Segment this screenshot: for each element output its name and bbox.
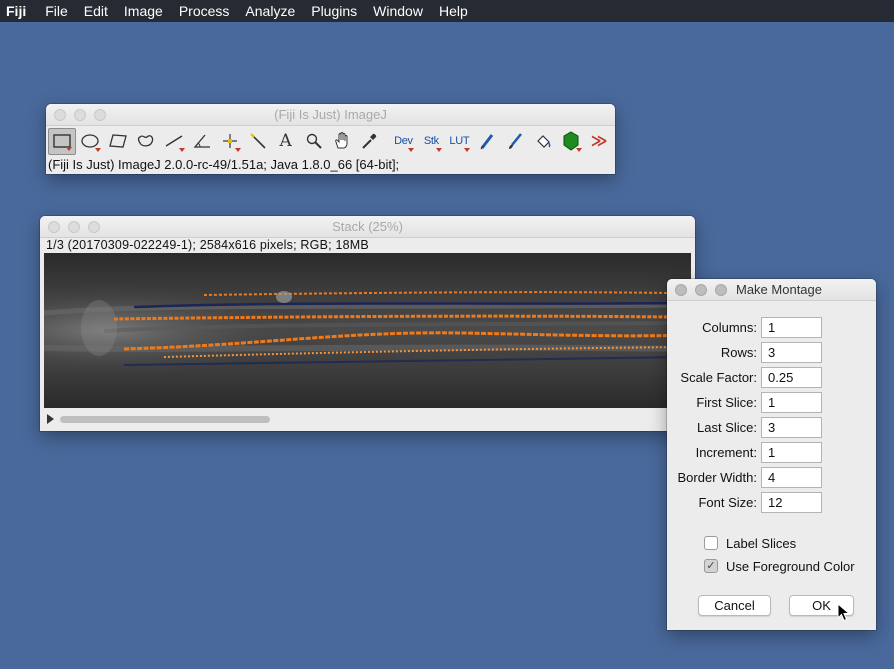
menu-analyze[interactable]: Analyze <box>237 0 303 22</box>
zoom-window-button[interactable] <box>88 221 100 233</box>
polygon-tool[interactable] <box>104 128 132 155</box>
window-controls <box>54 109 106 121</box>
make-montage-dialog: Make Montage Columns: Rows: Scale Factor… <box>667 279 876 630</box>
stack-image[interactable] <box>43 253 692 408</box>
rows-row: Rows: <box>667 341 876 363</box>
menu-fiji[interactable]: Fiji <box>0 0 37 22</box>
pencil-icon[interactable] <box>473 128 501 155</box>
text-tool-glyph: A <box>279 131 292 151</box>
flood-fill-icon[interactable] <box>529 128 557 155</box>
paintbrush-icon[interactable] <box>501 128 529 155</box>
first-slice-label: First Slice: <box>696 394 757 410</box>
imagej-titlebar[interactable]: (Fiji Is Just) ImageJ <box>46 104 615 126</box>
menu-file[interactable]: File <box>37 0 76 22</box>
minimize-window-button[interactable] <box>74 109 86 121</box>
use-foreground-label: Use Foreground Color <box>726 558 855 574</box>
increment-field[interactable] <box>761 441 822 463</box>
minimize-window-button[interactable] <box>695 284 707 296</box>
close-window-button[interactable] <box>54 109 66 121</box>
font-size-row: Font Size: <box>667 491 876 513</box>
scale-factor-field[interactable] <box>761 366 822 388</box>
border-width-row: Border Width: <box>667 466 876 488</box>
color-picker-icon[interactable] <box>557 128 585 155</box>
stk-tool[interactable]: Stk <box>417 128 445 155</box>
slice-scrollbar[interactable] <box>60 416 690 423</box>
font-size-field[interactable] <box>761 491 822 513</box>
stack-window: Stack (25%) 1/3 (20170309-022249-1); 258… <box>40 216 695 431</box>
dropper-icon[interactable] <box>355 128 383 155</box>
close-window-button[interactable] <box>675 284 687 296</box>
lut-label: LUT <box>449 135 470 147</box>
menu-help[interactable]: Help <box>431 0 476 22</box>
rows-label: Rows: <box>720 344 757 360</box>
first-slice-row: First Slice: <box>667 391 876 413</box>
font-size-label: Font Size: <box>698 494 757 510</box>
magnifying-glass-icon[interactable] <box>300 128 328 155</box>
last-slice-field[interactable] <box>761 416 822 438</box>
hand-icon[interactable] <box>328 128 356 155</box>
stack-titlebar[interactable]: Stack (25%) <box>40 216 695 238</box>
minimize-window-button[interactable] <box>68 221 80 233</box>
freehand-tool[interactable] <box>132 128 160 155</box>
montage-dialog-title: Make Montage <box>736 282 822 297</box>
wand-tool[interactable] <box>244 128 272 155</box>
angle-tool[interactable] <box>188 128 216 155</box>
imagej-window-title: (Fiji Is Just) ImageJ <box>274 107 387 122</box>
zoom-window-button[interactable] <box>715 284 727 296</box>
increment-label: Increment: <box>695 444 757 460</box>
scale-factor-label: Scale Factor: <box>680 369 757 385</box>
border-width-label: Border Width: <box>677 469 757 485</box>
line-tool[interactable] <box>160 128 188 155</box>
label-slices-checkbox[interactable] <box>704 536 718 550</box>
fiber-image <box>43 253 692 408</box>
use-foreground-checkbox[interactable]: ✓ <box>704 559 718 573</box>
last-slice-label: Last Slice: <box>697 419 757 435</box>
stk-label: Stk <box>423 135 439 147</box>
imagej-toolbar: A Dev Stk LUT ≫ <box>46 126 615 155</box>
imagej-status-bar: (Fiji Is Just) ImageJ 2.0.0-rc-49/1.51a;… <box>48 157 400 172</box>
text-tool[interactable]: A <box>272 128 300 155</box>
rectangle-tool[interactable] <box>48 127 76 155</box>
dev-label: Dev <box>394 135 413 147</box>
lut-tool[interactable]: LUT <box>445 128 473 155</box>
stack-footer <box>40 409 695 431</box>
columns-row: Columns: <box>667 316 876 338</box>
columns-label: Columns: <box>702 319 757 335</box>
more-tools-glyph: ≫ <box>590 133 608 150</box>
montage-titlebar[interactable]: Make Montage <box>667 279 876 301</box>
columns-field[interactable] <box>761 316 822 338</box>
use-foreground-option[interactable]: ✓ Use Foreground Color <box>704 557 855 575</box>
first-slice-field[interactable] <box>761 391 822 413</box>
imagej-window: (Fiji Is Just) ImageJ A Dev Stk LUT ≫ (F… <box>46 104 615 174</box>
menu-process[interactable]: Process <box>171 0 238 22</box>
rows-field[interactable] <box>761 341 822 363</box>
menu-image[interactable]: Image <box>116 0 171 22</box>
more-tools-icon[interactable]: ≫ <box>585 128 613 155</box>
zoom-window-button[interactable] <box>94 109 106 121</box>
increment-row: Increment: <box>667 441 876 463</box>
last-slice-row: Last Slice: <box>667 416 876 438</box>
window-controls <box>48 221 100 233</box>
dev-tool[interactable]: Dev <box>389 128 417 155</box>
window-controls <box>675 284 727 296</box>
menu-bar: Fiji File Edit Image Process Analyze Plu… <box>0 0 894 22</box>
border-width-field[interactable] <box>761 466 822 488</box>
slice-scrollbar-thumb[interactable] <box>60 416 270 423</box>
point-tool[interactable] <box>216 128 244 155</box>
label-slices-label: Label Slices <box>726 535 797 551</box>
menu-edit[interactable]: Edit <box>76 0 116 22</box>
label-slices-option[interactable]: Label Slices <box>704 534 796 552</box>
scale-factor-row: Scale Factor: <box>667 366 876 388</box>
stack-info-line: 1/3 (20170309-022249-1); 2584x616 pixels… <box>46 238 369 252</box>
mouse-cursor-icon <box>837 603 851 622</box>
menu-plugins[interactable]: Plugins <box>303 0 365 22</box>
close-window-button[interactable] <box>48 221 60 233</box>
stack-window-title: Stack (25%) <box>332 219 403 234</box>
menu-window[interactable]: Window <box>365 0 431 22</box>
cancel-button[interactable]: Cancel <box>698 595 771 616</box>
oval-tool[interactable] <box>76 128 104 155</box>
play-icon[interactable] <box>47 414 54 424</box>
